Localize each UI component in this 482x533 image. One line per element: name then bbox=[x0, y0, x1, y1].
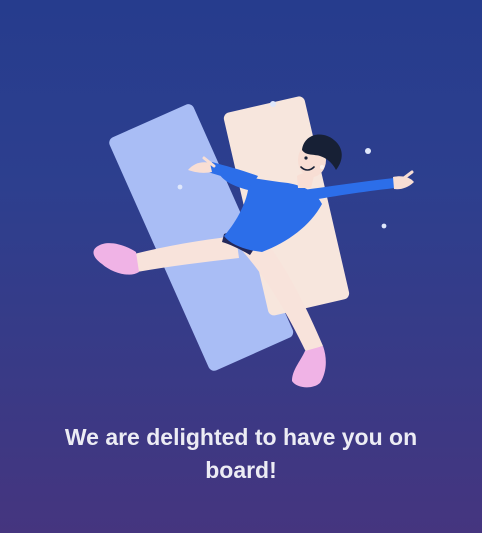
welcome-message: We are delighted to have you on board! bbox=[64, 424, 418, 483]
celebrating-person-illustration bbox=[93, 96, 414, 388]
onboarding-screen: We are delighted to have you on board! bbox=[0, 0, 482, 533]
